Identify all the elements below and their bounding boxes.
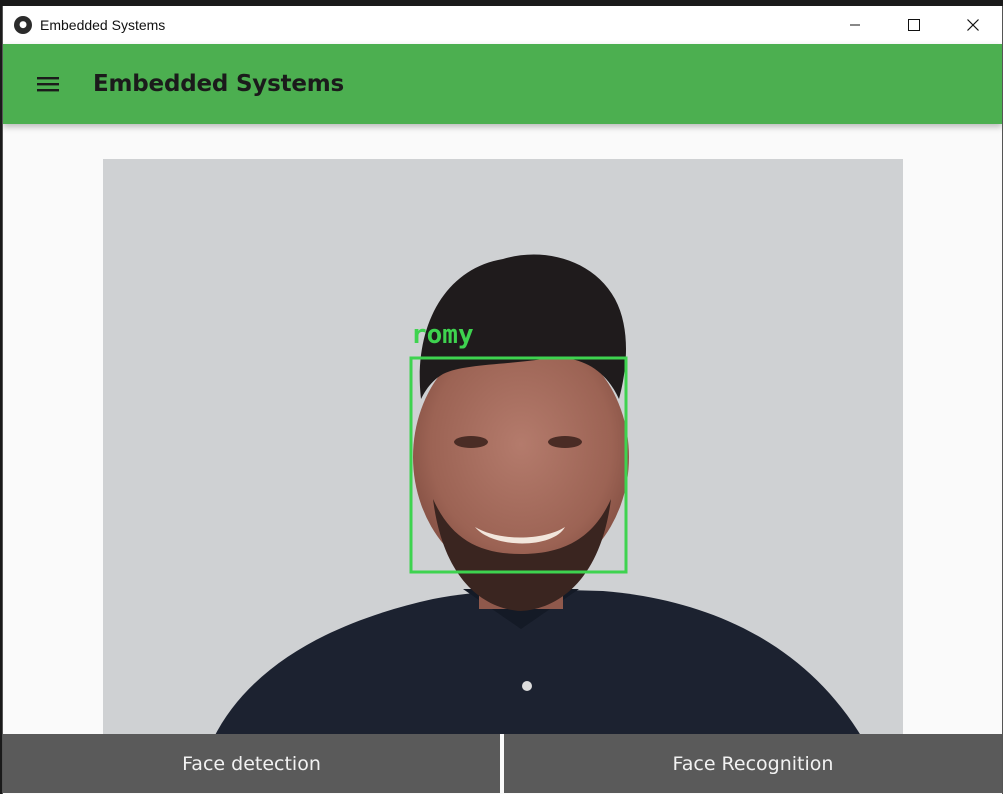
close-button[interactable] (943, 6, 1002, 44)
detected-face-label: romy (411, 320, 474, 350)
close-icon (966, 19, 979, 31)
camera-feed: romy (103, 159, 903, 739)
face-detection-button[interactable]: Face detection (3, 734, 500, 793)
kivy-app-icon: ● (14, 16, 32, 34)
face-recognition-button[interactable]: Face Recognition (504, 734, 1002, 793)
app-bar: Embedded Systems (3, 44, 1002, 124)
minimize-icon (849, 24, 860, 26)
app-window: ● Embedded Systems Embedded Systems romy… (2, 6, 1003, 794)
menu-button[interactable] (36, 72, 60, 96)
window-titlebar[interactable]: ● Embedded Systems (3, 6, 1002, 44)
app-bar-title: Embedded Systems (93, 71, 345, 97)
minimize-button[interactable] (825, 6, 884, 44)
bottom-button-bar: Face detection Face Recognition (3, 734, 1002, 794)
window-controls (825, 6, 1002, 44)
hamburger-menu-icon (37, 77, 59, 92)
window-title: Embedded Systems (40, 17, 166, 33)
maximize-button[interactable] (884, 6, 943, 44)
camera-frame: romy (103, 159, 903, 739)
maximize-icon (907, 19, 920, 31)
